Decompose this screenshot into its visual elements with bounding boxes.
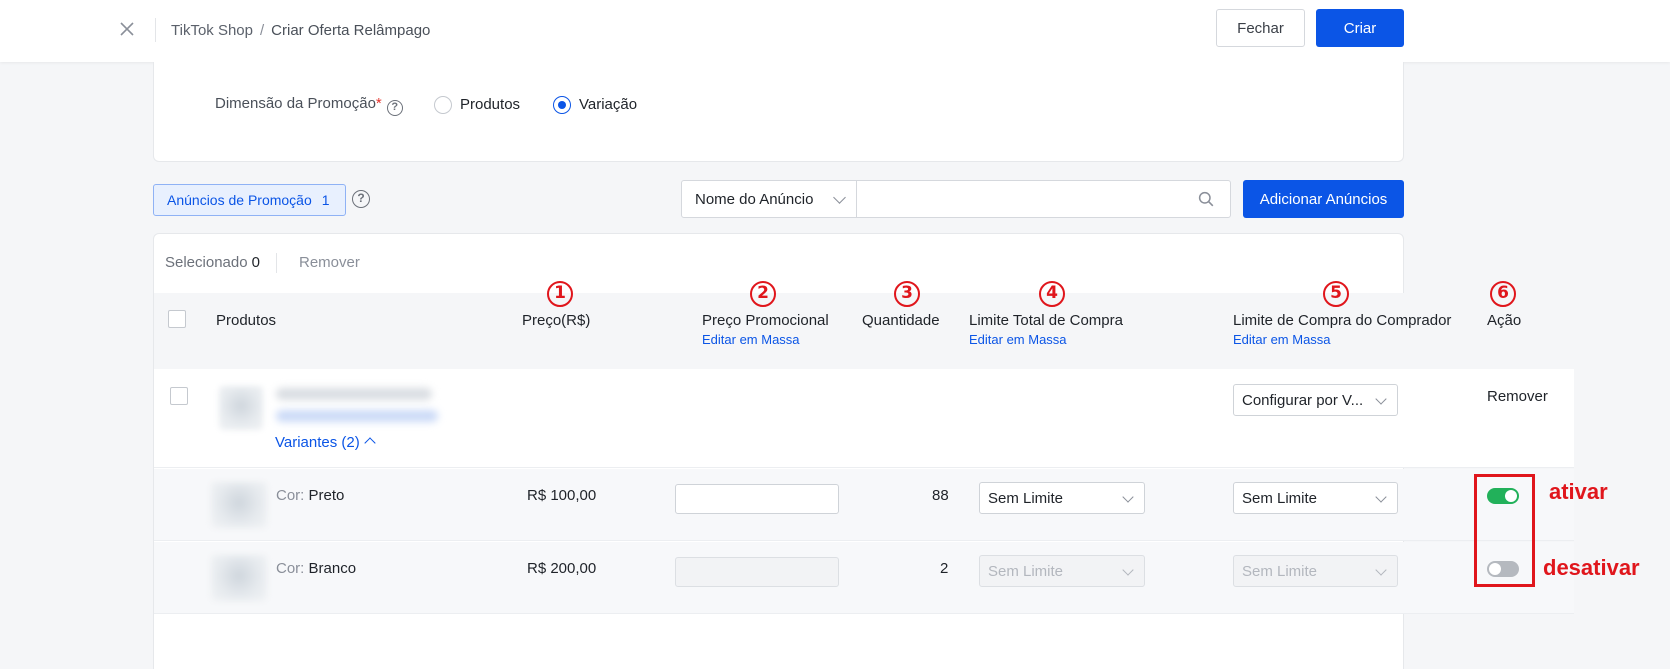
radio-variacao[interactable] bbox=[553, 96, 571, 114]
chevron-down-icon bbox=[1122, 491, 1134, 503]
variant-attr-value: Branco bbox=[308, 560, 357, 577]
buyer-limit-value: Configurar por V... bbox=[1242, 391, 1364, 409]
variant-price: R$ 200,00 bbox=[527, 560, 597, 577]
remove-product-button[interactable]: Remover bbox=[1487, 388, 1548, 405]
variant-thumbnail bbox=[211, 482, 267, 528]
buyer-limit-select[interactable]: Configurar por V... bbox=[1233, 384, 1398, 416]
promotion-listings-count: 1 bbox=[321, 192, 330, 208]
promo-price-input[interactable] bbox=[675, 484, 839, 514]
chevron-down-icon bbox=[1375, 393, 1387, 405]
chevron-down-icon bbox=[1122, 564, 1134, 576]
header-divider bbox=[155, 18, 156, 42]
product-id-blurred bbox=[276, 410, 438, 422]
required-mark: * bbox=[375, 95, 382, 112]
column-total-limit: Limite Total de Compra bbox=[969, 312, 1123, 329]
annotation-4: 4 bbox=[1039, 281, 1065, 307]
product-thumbnail bbox=[219, 386, 263, 430]
buyer-limit-select: Sem Limite bbox=[1233, 555, 1398, 587]
column-action: Ação bbox=[1487, 312, 1522, 329]
variant-price: R$ 100,00 bbox=[527, 487, 597, 504]
selected-label: Selecionado bbox=[165, 254, 248, 271]
search-field-value: Nome do Anúncio bbox=[695, 190, 814, 208]
selected-count: Selecionado 0 bbox=[165, 254, 260, 271]
select-all-checkbox[interactable] bbox=[168, 310, 186, 328]
annotation-5: 5 bbox=[1323, 281, 1349, 307]
bulk-edit-total-limit-link[interactable]: Editar em Massa bbox=[969, 332, 1067, 347]
bulk-edit-promo-price-link[interactable]: Editar em Massa bbox=[702, 332, 800, 347]
variant-attr-label: Cor: bbox=[276, 487, 305, 504]
dimension-label-text: Dimensão da Promoção bbox=[215, 95, 376, 112]
dimension-label: Dimensão da Promoção*? bbox=[215, 95, 403, 116]
help-icon[interactable]: ? bbox=[386, 100, 403, 116]
close-icon[interactable] bbox=[116, 18, 138, 40]
buyer-limit-value: Sem Limite bbox=[1242, 562, 1318, 580]
selection-divider bbox=[276, 253, 277, 273]
selected-number: 0 bbox=[251, 254, 260, 271]
annotation-6: 6 bbox=[1490, 281, 1516, 307]
top-bar: TikTok Shop / Criar Oferta Relâmpago Fecha… bbox=[0, 0, 1670, 62]
buyer-limit-value: Sem Limite bbox=[1242, 489, 1318, 507]
chevron-down-icon bbox=[1375, 491, 1387, 503]
buyer-limit-select[interactable]: Sem Limite bbox=[1233, 482, 1398, 514]
column-price: Preço(R$) bbox=[522, 312, 591, 329]
chevron-up-icon bbox=[364, 437, 376, 449]
breadcrumb-current: Criar Oferta Relâmpago bbox=[271, 22, 431, 39]
search-input[interactable] bbox=[856, 180, 1231, 218]
variant-attribute: Cor: Preto bbox=[276, 487, 344, 504]
total-limit-value: Sem Limite bbox=[988, 489, 1064, 507]
search-icon[interactable] bbox=[1198, 191, 1214, 207]
promotion-listings-label: Anúncios de Promoção bbox=[167, 192, 312, 208]
help-icon[interactable]: ? bbox=[352, 190, 370, 208]
chevron-down-icon bbox=[1375, 564, 1387, 576]
radio-produtos[interactable] bbox=[434, 96, 452, 114]
variant-thumbnail bbox=[211, 555, 267, 601]
promotion-listings-tab[interactable]: Anúncios de Promoção 1 bbox=[153, 184, 346, 216]
add-listings-button[interactable]: Adicionar Anúncios bbox=[1243, 180, 1404, 218]
annotation-2: 2 bbox=[750, 281, 776, 307]
product-name-blurred bbox=[276, 388, 432, 400]
column-promo-price: Preço Promocional bbox=[702, 312, 829, 329]
bulk-edit-buyer-limit-link[interactable]: Editar em Massa bbox=[1233, 332, 1331, 347]
breadcrumb: TikTok Shop / Criar Oferta Relâmpago bbox=[171, 22, 430, 39]
variant-quantity: 88 bbox=[932, 487, 949, 504]
chevron-down-icon bbox=[833, 191, 846, 204]
close-button[interactable]: Fechar bbox=[1216, 9, 1305, 47]
annotation-3: 3 bbox=[894, 281, 920, 307]
column-buyer-limit: Limite de Compra do Comprador bbox=[1233, 312, 1452, 329]
column-quantity: Quantidade bbox=[862, 312, 940, 329]
total-limit-value: Sem Limite bbox=[988, 562, 1064, 580]
total-limit-select[interactable]: Sem Limite bbox=[979, 482, 1145, 514]
variant-attribute: Cor: Branco bbox=[276, 560, 356, 577]
variants-label: Variantes (2) bbox=[275, 434, 360, 451]
variants-toggle[interactable]: Variantes (2) bbox=[275, 434, 376, 451]
annotation-highlight-box bbox=[1474, 474, 1535, 587]
annotation-enable-label: ativar bbox=[1549, 479, 1608, 504]
breadcrumb-separator: / bbox=[259, 22, 265, 39]
radio-produtos-label[interactable]: Produtos bbox=[460, 96, 520, 113]
radio-variacao-label[interactable]: Variação bbox=[579, 96, 637, 113]
promo-price-input bbox=[675, 557, 839, 587]
search-field-select[interactable]: Nome do Anúncio bbox=[681, 180, 857, 218]
column-products: Produtos bbox=[216, 312, 277, 329]
row-checkbox[interactable] bbox=[170, 387, 188, 405]
annotation-1: 1 bbox=[547, 281, 573, 307]
variant-quantity: 2 bbox=[940, 560, 949, 577]
table-header bbox=[154, 293, 1574, 369]
create-button[interactable]: Criar bbox=[1316, 9, 1404, 47]
total-limit-select: Sem Limite bbox=[979, 555, 1145, 587]
variant-attr-label: Cor: bbox=[276, 560, 305, 577]
annotation-disable-label: desativar bbox=[1543, 555, 1640, 580]
breadcrumb-root[interactable]: TikTok Shop bbox=[171, 22, 253, 39]
remove-selected-button[interactable]: Remover bbox=[299, 254, 360, 271]
variant-attr-value: Preto bbox=[308, 487, 345, 504]
